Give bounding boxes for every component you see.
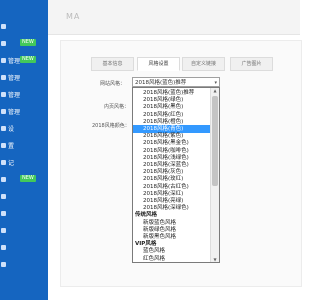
sidebar-item[interactable]: [0, 224, 48, 238]
menu-bullet-icon: [1, 160, 6, 165]
sidebar-item-label: 管理: [8, 58, 21, 65]
menu-bullet-icon: [1, 109, 6, 114]
dropdown-option[interactable]: 红色风格: [133, 255, 211, 262]
tab-0[interactable]: 基本信息: [91, 57, 134, 71]
sidebar-item[interactable]: NEW: [0, 173, 48, 187]
theme-color-label: 2018风格颜色：: [92, 123, 130, 129]
theme-select-value: 2018风格(蓝色)推荐: [135, 80, 187, 86]
sidebar-item[interactable]: [0, 258, 48, 272]
tab-2[interactable]: 自定义链接: [182, 57, 225, 71]
sidebar-item-label: 设: [8, 126, 15, 133]
scroll-down-icon[interactable]: ▼: [211, 257, 219, 262]
content-theme-label: 内页风格：: [104, 104, 130, 110]
sidebar-item[interactable]: 置: [0, 139, 48, 153]
sidebar-item[interactable]: [0, 207, 48, 221]
sidebar-item-label: 管理: [8, 92, 21, 99]
theme-dropdown-list[interactable]: 2018风格(蓝色)推荐 2018风格(绿色) 2018风格(黑色) 2018风格(红…: [132, 87, 220, 263]
theme-label: 网站风格：: [100, 81, 126, 87]
sidebar-item[interactable]: 管理 NEW: [0, 54, 48, 68]
scrollbar-thumb[interactable]: [212, 96, 218, 186]
sidebar-item[interactable]: [0, 190, 48, 204]
sidebar-item[interactable]: 管理: [0, 88, 48, 102]
sidebar: NEW 管理 NEW 管理 管理 管理设置记 NEW: [0, 0, 48, 300]
sidebar-item-label: 管理: [8, 75, 21, 82]
new-badge: NEW: [20, 175, 36, 182]
sidebar-item[interactable]: 设: [0, 122, 48, 136]
theme-select[interactable]: 2018风格(蓝色)推荐 ▾: [132, 77, 220, 87]
sidebar-item[interactable]: [0, 241, 48, 255]
tab-3[interactable]: 广告图片: [230, 57, 273, 71]
sidebar-item[interactable]: 管理: [0, 105, 48, 119]
menu-bullet-icon: [1, 211, 6, 216]
sidebar-item[interactable]: [0, 20, 48, 34]
sidebar-item[interactable]: NEW: [0, 37, 48, 51]
tab-1[interactable]: 风格设置: [137, 57, 180, 71]
new-badge: NEW: [20, 39, 36, 46]
scroll-up-icon[interactable]: ▲: [211, 88, 219, 93]
menu-bullet-icon: [1, 92, 6, 97]
top-bar: MA: [48, 0, 300, 35]
new-badge: NEW: [20, 56, 36, 63]
dropdown-scrollbar[interactable]: ▲ ▼: [210, 88, 219, 262]
sidebar-item-label: 置: [8, 143, 15, 150]
sidebar-item-label: 记: [8, 160, 15, 167]
menu-bullet-icon: [1, 143, 6, 148]
brand-text: MA: [66, 12, 81, 21]
menu-bullet-icon: [1, 228, 6, 233]
menu-bullet-icon: [1, 126, 6, 131]
sidebar-item-label: 管理: [8, 109, 21, 116]
menu-bullet-icon: [1, 194, 6, 199]
menu-bullet-icon: [1, 262, 6, 267]
menu-bullet-icon: [1, 24, 6, 29]
menu-bullet-icon: [1, 41, 6, 46]
menu-bullet-icon: [1, 58, 6, 63]
menu-bullet-icon: [1, 177, 6, 182]
menu-bullet-icon: [1, 245, 6, 250]
menu-bullet-icon: [1, 75, 6, 80]
sidebar-item[interactable]: 记: [0, 156, 48, 170]
sidebar-item[interactable]: 管理: [0, 71, 48, 85]
